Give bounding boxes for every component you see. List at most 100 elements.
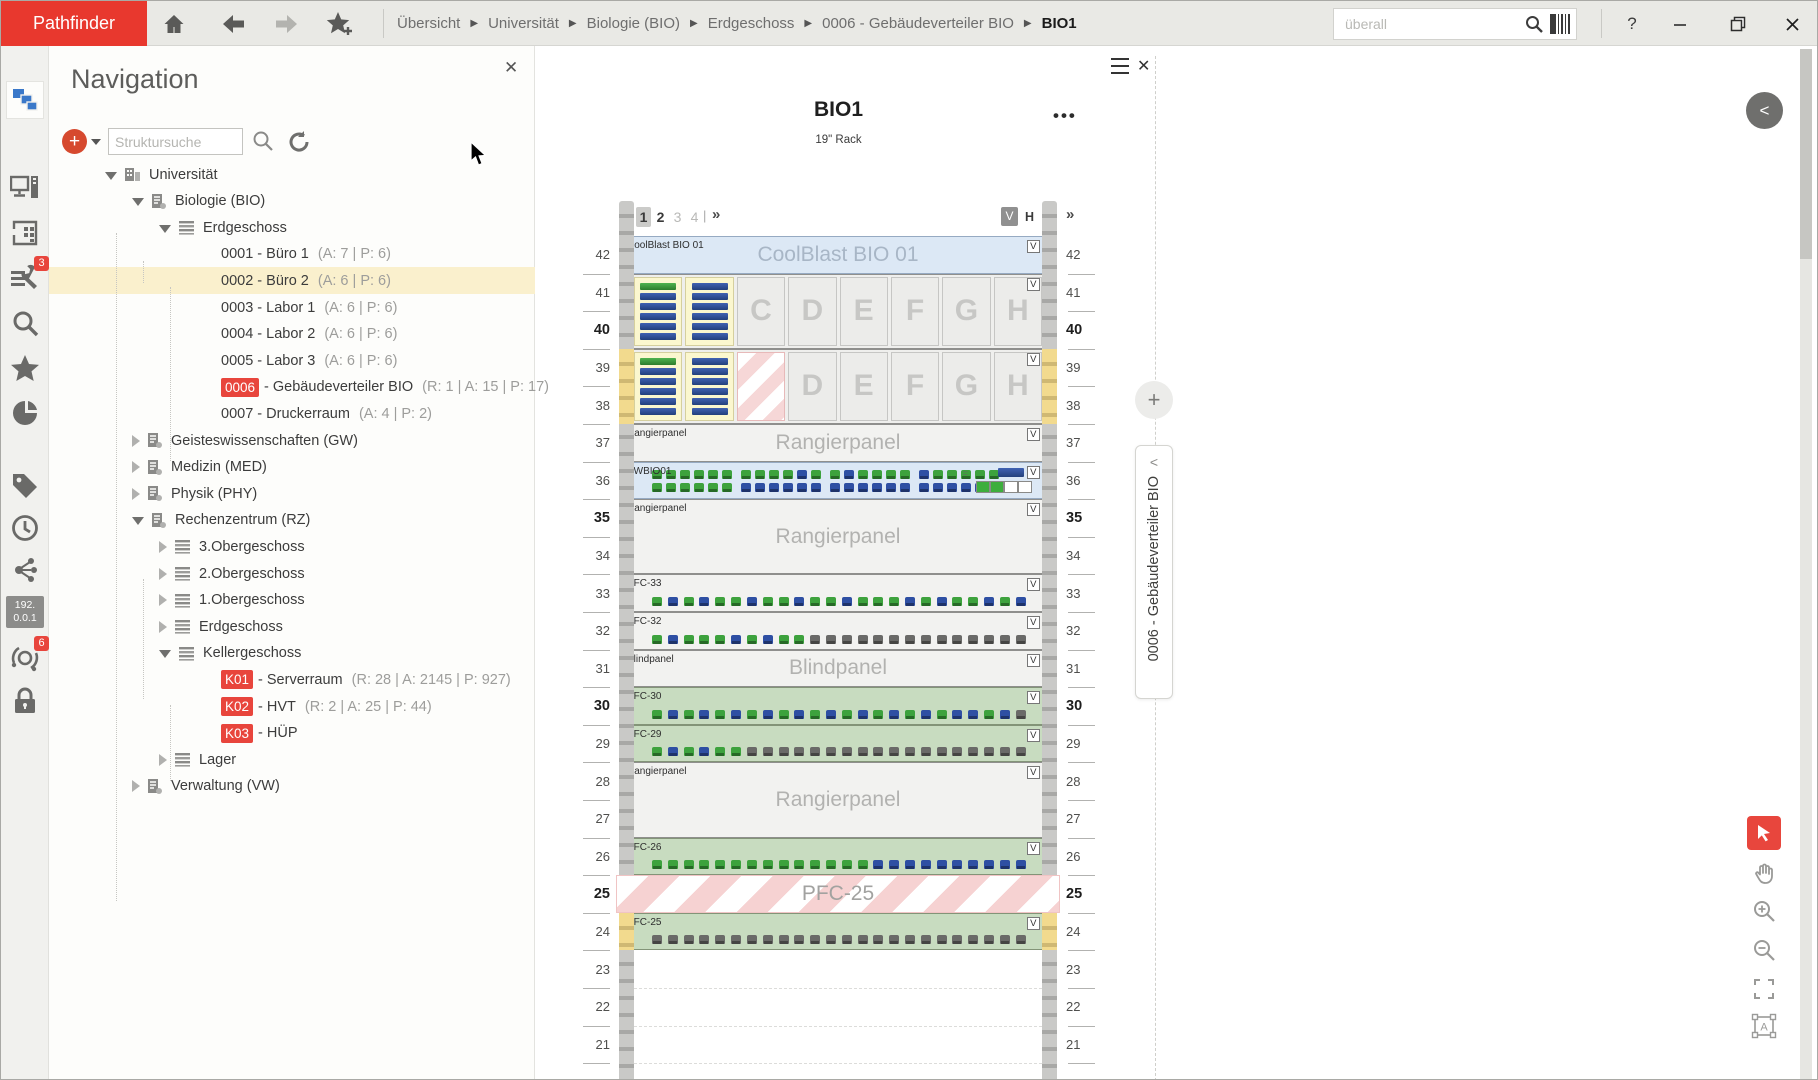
port-icon[interactable] — [952, 710, 962, 719]
port-icon[interactable] — [921, 710, 931, 719]
unit-v-checkbox[interactable]: V — [1027, 917, 1040, 930]
port-icon[interactable] — [810, 935, 820, 944]
add-favorite-icon[interactable] — [325, 9, 355, 39]
tree-item[interactable]: Physik (PHY) — [49, 480, 535, 507]
add-node-button[interactable]: + — [62, 129, 87, 154]
ip-tool[interactable]: 192.0.0.1 — [6, 596, 44, 628]
port-icon[interactable] — [844, 483, 854, 492]
port-icon[interactable] — [842, 710, 852, 719]
port-icon[interactable] — [968, 935, 978, 944]
expanded-arrow-icon[interactable] — [132, 517, 144, 525]
minimize-button[interactable] — [1665, 11, 1695, 37]
scrollbar-thumb[interactable] — [1800, 49, 1812, 259]
close-button[interactable] — [1777, 11, 1807, 37]
port-icon[interactable] — [715, 860, 725, 869]
port-icon[interactable] — [741, 470, 751, 479]
expanded-arrow-icon[interactable] — [159, 650, 171, 658]
zoom-in-icon[interactable] — [1747, 894, 1781, 928]
port-icon[interactable] — [779, 860, 789, 869]
port-icon[interactable] — [872, 470, 882, 479]
port-icon[interactable] — [905, 747, 915, 756]
port-icon[interactable] — [699, 710, 709, 719]
floorplan-icon[interactable] — [7, 215, 43, 251]
tree-item[interactable]: 0003 - Labor 1(A: 6 | P: 6) — [49, 294, 535, 321]
collapsed-arrow-icon[interactable] — [132, 461, 140, 473]
port-icon[interactable] — [668, 860, 678, 869]
port-icon[interactable] — [668, 597, 678, 606]
port-icon[interactable] — [794, 710, 804, 719]
network-icon[interactable] — [7, 552, 43, 588]
port-icon[interactable] — [844, 470, 854, 479]
port-icon[interactable] — [984, 935, 994, 944]
port-icon[interactable] — [947, 470, 957, 479]
port-icon[interactable] — [900, 483, 910, 492]
port-icon[interactable] — [699, 635, 709, 644]
rack-unit-swbio01[interactable]: SWBIO01VH= — [619, 462, 1057, 500]
tree-item[interactable]: Kellergeschoss — [49, 640, 535, 667]
module-slot-empty[interactable]: F — [891, 352, 939, 421]
expanded-arrow-icon[interactable] — [105, 172, 117, 180]
rack-more-icon[interactable]: » — [1066, 206, 1072, 223]
port-icon[interactable] — [858, 710, 868, 719]
unit-v-checkbox[interactable]: V — [1027, 691, 1040, 704]
vertical-scrollbar[interactable] — [1800, 49, 1812, 1080]
tree-item[interactable]: Erdgeschoss — [49, 613, 535, 640]
port-icon[interactable] — [652, 747, 662, 756]
module-slot-occupied[interactable] — [634, 352, 682, 421]
port-icon[interactable] — [1000, 747, 1010, 756]
tree-item[interactable]: Geisteswissenschaften (GW) — [49, 427, 535, 454]
rack-page-1[interactable]: 1 — [636, 207, 651, 227]
port-icon[interactable] — [952, 597, 962, 606]
port-icon[interactable] — [747, 860, 757, 869]
port-icon[interactable] — [763, 635, 773, 644]
tree-item[interactable]: Lager — [49, 746, 535, 773]
port-icon[interactable] — [715, 747, 725, 756]
port-icon[interactable] — [731, 635, 741, 644]
port-icon[interactable] — [984, 635, 994, 644]
collapsed-arrow-icon[interactable] — [159, 621, 167, 633]
port-icon[interactable] — [684, 597, 694, 606]
port-icon[interactable] — [858, 747, 868, 756]
unit-v-checkbox[interactable]: V — [1027, 428, 1040, 441]
port-icon[interactable] — [779, 635, 789, 644]
rack-unit-rangierpanel[interactable]: RangierpanelRangierpanelVH — [619, 424, 1057, 462]
label-tool-icon[interactable]: A — [1747, 1009, 1781, 1043]
port-icon[interactable] — [961, 483, 971, 492]
port-icon[interactable] — [826, 710, 836, 719]
port-icon[interactable] — [830, 470, 840, 479]
port-icon[interactable] — [741, 483, 751, 492]
port-icon[interactable] — [842, 860, 852, 869]
global-search[interactable] — [1333, 8, 1577, 40]
rack-unit-pfc-25[interactable]: PFC-25 — [616, 875, 1060, 913]
port-icon[interactable] — [873, 860, 883, 869]
module-slot-empty[interactable]: D — [788, 277, 836, 346]
port-icon[interactable] — [905, 860, 915, 869]
port-icon[interactable] — [763, 935, 773, 944]
port-icon[interactable] — [842, 935, 852, 944]
port-icon[interactable] — [779, 597, 789, 606]
unit-v-checkbox[interactable]: V — [1027, 616, 1040, 629]
port-icon[interactable] — [968, 710, 978, 719]
zoom-out-icon[interactable] — [1747, 933, 1781, 967]
add-rack-button[interactable]: + — [1135, 381, 1173, 419]
port-icon[interactable] — [715, 710, 725, 719]
orientation-v-button[interactable]: V — [1001, 207, 1018, 226]
port-icon[interactable] — [937, 635, 947, 644]
unit-v-checkbox[interactable]: V — [1027, 466, 1040, 479]
port-icon[interactable] — [1016, 635, 1026, 644]
port-icon[interactable] — [652, 935, 662, 944]
rack-unit-unit[interactable]: VHCDEFGH — [619, 274, 1057, 349]
tree-item[interactable]: 0004 - Labor 2(A: 6 | P: 6) — [49, 321, 535, 348]
port-icon[interactable] — [747, 597, 757, 606]
port-icon[interactable] — [755, 483, 765, 492]
port-icon[interactable] — [783, 483, 793, 492]
port-icon[interactable] — [684, 747, 694, 756]
port-icon[interactable] — [731, 935, 741, 944]
port-icon[interactable] — [810, 747, 820, 756]
port-icon[interactable] — [952, 635, 962, 644]
port-icon[interactable] — [684, 860, 694, 869]
port-icon[interactable] — [858, 635, 868, 644]
port-icon[interactable] — [873, 635, 883, 644]
port-icon[interactable] — [858, 935, 868, 944]
rack-unit-rangierpanel[interactable]: RangierpanelRangierpanelVH — [619, 762, 1057, 837]
